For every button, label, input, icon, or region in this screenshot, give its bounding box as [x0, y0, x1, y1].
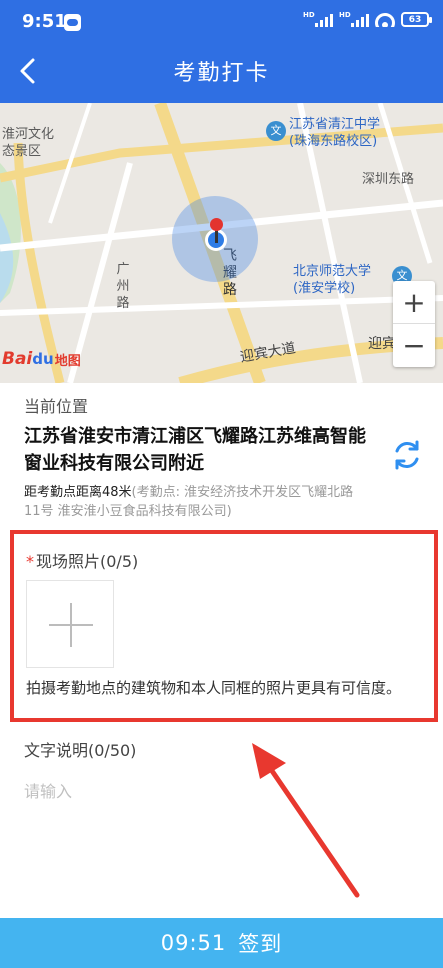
- map-label-yingbin-road-right: 迎宾: [368, 336, 396, 352]
- page-title: 考勤打卡: [173, 61, 270, 86]
- status-bar: 9:51 HD HD 63: [0, 0, 443, 42]
- refresh-icon[interactable]: [390, 438, 424, 472]
- map-label-shenzhen-road: 深圳东路: [362, 172, 415, 187]
- checkin-button[interactable]: 09:51 签到: [0, 918, 443, 968]
- network-type-label: HD: [303, 10, 315, 19]
- map-label-school-1-text: 江苏省清江中学 (珠海东路校区): [289, 117, 381, 149]
- status-time: 9:51: [22, 11, 67, 32]
- checkin-label: 签到: [238, 932, 283, 956]
- location-address: 江苏省淮安市清江浦区飞耀路江苏维高智能窗业科技有限公司附近: [24, 426, 366, 474]
- map-label-guangzhou-road-text: 广 州 路: [116, 262, 130, 311]
- photo-title-text: 现场照片(0/5): [36, 552, 139, 571]
- network-type-label-2: HD: [339, 10, 351, 19]
- logo-text-du: du: [32, 350, 54, 368]
- zoom-out-button[interactable]: −: [393, 324, 435, 367]
- baidu-map-logo: Bai du 地图: [2, 349, 81, 369]
- signal-icon: HD: [303, 10, 333, 27]
- zoom-controls: + −: [393, 281, 435, 367]
- map-label-guangzhou-road: 广 州 路: [115, 261, 131, 312]
- wifi-icon: [375, 12, 395, 27]
- battery-level: 63: [408, 14, 422, 25]
- distance-text: 距考勤点距离48米: [24, 485, 132, 500]
- pin-stick: [215, 229, 218, 243]
- location-info: 当前位置 江苏省淮安市清江浦区飞耀路江苏维高智能窗业科技有限公司附近 距考勤点距…: [24, 393, 424, 521]
- status-indicators: HD HD 63: [303, 10, 432, 27]
- school-poi-icon[interactable]: 文: [266, 121, 286, 141]
- map-label-park: 淮河文化 态景区: [2, 126, 54, 160]
- map-label-school-2[interactable]: 北京师范大学 (淮安学校): [293, 263, 371, 297]
- add-photo-button[interactable]: [26, 580, 114, 668]
- battery-icon: 63: [401, 12, 432, 27]
- zoom-in-button[interactable]: +: [393, 281, 435, 324]
- photo-title: * 现场照片(0/5): [26, 548, 138, 572]
- map-pin-icon: [210, 218, 223, 231]
- checkin-time: 09:51: [160, 931, 227, 955]
- location-distance: 距考勤点距离48米(考勤点: 淮安经济技术开发区飞耀北路11号 淮安淮小豆食品科…: [24, 483, 364, 521]
- logo-text-ditu: 地图: [54, 353, 81, 369]
- map-label-park-text: 淮河文化 态景区: [2, 127, 55, 159]
- map-view[interactable]: 淮河文化 态景区 文 江苏省清江中学 (珠海东路校区) 深圳东路 广 州 路 飞…: [0, 103, 443, 383]
- logo-text-bai: Bai: [2, 349, 33, 369]
- photo-hint: 拍摄考勤地点的建筑物和本人同框的照片更具有可信度。: [26, 679, 402, 697]
- app-header: 9:51 HD HD 63 考勤打卡: [0, 0, 443, 103]
- location-caption: 当前位置: [24, 397, 89, 416]
- description-title: 文字说明(0/50): [24, 741, 137, 760]
- map-label-school-2-text: 北京师范大学 (淮安学校): [293, 264, 372, 296]
- chat-notification-icon: [64, 14, 81, 31]
- photo-section: * 现场照片(0/5) 拍摄考勤地点的建筑物和本人同框的照片更具有可信度。: [10, 530, 438, 722]
- annotation-arrow-icon: [252, 743, 360, 898]
- signal-icon-2: HD: [339, 10, 369, 27]
- required-mark: *: [26, 552, 34, 571]
- map-label-school-1[interactable]: 江苏省清江中学 (珠海东路校区): [289, 116, 380, 150]
